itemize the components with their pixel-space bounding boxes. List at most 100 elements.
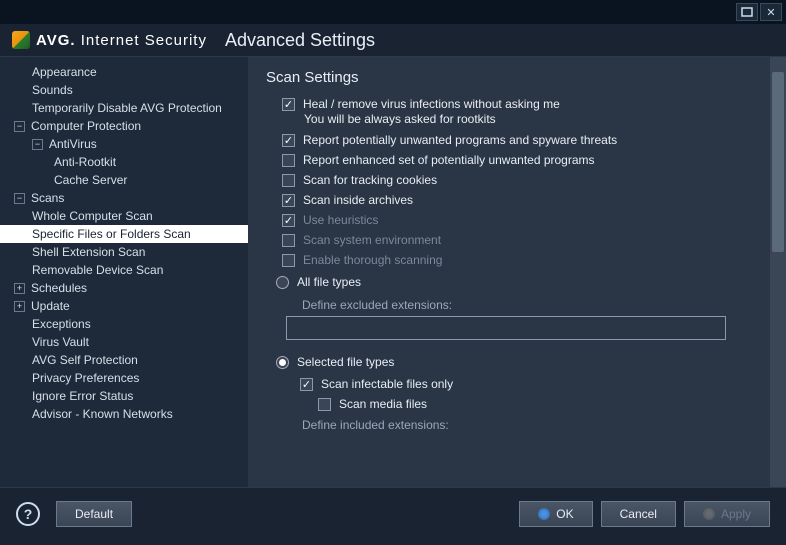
expand-icon[interactable]: + [14, 283, 25, 294]
checkbox-row: ✓ Scan inside archives [266, 190, 768, 210]
apply-button[interactable]: Apply [684, 501, 770, 527]
sidebar-item[interactable]: Appearance [0, 63, 248, 81]
radio-selected-label: Selected file types [297, 355, 394, 369]
excluded-ext-label: Define excluded extensions: [266, 298, 768, 312]
sidebar-item[interactable]: Temporarily Disable AVG Protection [0, 99, 248, 117]
header: AVG. Internet Security Advanced Settings [0, 24, 786, 56]
checkbox-row: Report enhanced set of potentially unwan… [266, 150, 768, 170]
checkbox[interactable]: ✓ [282, 134, 295, 147]
sidebar-item[interactable]: Anti-Rootkit [0, 153, 248, 171]
content-heading: Scan Settings [266, 69, 768, 86]
sidebar-item[interactable]: Cache Server [0, 171, 248, 189]
page-title: Advanced Settings [225, 30, 375, 51]
sidebar-item[interactable]: Virus Vault [0, 333, 248, 351]
checkbox-label: Heal / remove virus infections without a… [303, 97, 560, 111]
excluded-ext-input[interactable] [286, 316, 726, 340]
help-button[interactable]: ? [16, 502, 40, 526]
sidebar-item[interactable]: Privacy Preferences [0, 369, 248, 387]
titlebar: ✕ [0, 0, 786, 24]
sidebar-item-label: Computer Protection [31, 119, 141, 133]
sidebar-item[interactable]: Shell Extension Scan [0, 243, 248, 261]
checkbox-scan-media-label: Scan media files [339, 397, 427, 411]
sidebar-item[interactable]: AVG Self Protection [0, 351, 248, 369]
checkbox[interactable] [282, 234, 295, 247]
radio-all-label: All file types [297, 275, 361, 289]
sidebar-item-label: Ignore Error Status [32, 389, 133, 403]
logo: AVG. Internet Security [12, 31, 207, 49]
sidebar-item-label: Shell Extension Scan [32, 245, 145, 259]
sidebar-item-label: Cache Server [54, 173, 127, 187]
sidebar-item[interactable]: + Schedules [0, 279, 248, 297]
sidebar-item[interactable]: Removable Device Scan [0, 261, 248, 279]
collapse-icon[interactable]: − [32, 139, 43, 150]
checkbox-scan-media[interactable] [318, 398, 331, 411]
collapse-icon[interactable]: − [14, 121, 25, 132]
default-button[interactable]: Default [56, 501, 132, 527]
checkbox-label: Enable thorough scanning [303, 253, 442, 267]
sidebar-item[interactable]: Exceptions [0, 315, 248, 333]
sidebar-item-label: Advisor - Known Networks [32, 407, 173, 421]
sidebar-item-label: Appearance [32, 65, 97, 79]
included-ext-label: Define included extensions: [266, 418, 768, 432]
logo-brand: AVG. [36, 32, 76, 49]
checkbox-label: Scan for tracking cookies [303, 173, 437, 187]
expand-icon[interactable]: + [14, 301, 25, 312]
ok-icon [538, 508, 550, 520]
checkbox-label: Use heuristics [303, 213, 378, 227]
logo-icon [12, 31, 30, 49]
sidebar-item-label: Sounds [32, 83, 73, 97]
sidebar-item[interactable]: −Computer Protection [0, 117, 248, 135]
checkbox-row: Scan system environment [266, 230, 768, 250]
maximize-button[interactable] [736, 3, 758, 21]
apply-icon [703, 508, 715, 520]
ok-button[interactable]: OK [519, 501, 592, 527]
sidebar-item[interactable]: Ignore Error Status [0, 387, 248, 405]
collapse-icon[interactable]: − [14, 193, 25, 204]
checkbox[interactable]: ✓ [282, 98, 295, 111]
sidebar-item-label: Virus Vault [32, 335, 89, 349]
radio-selected-file-types[interactable] [276, 356, 289, 369]
checkbox-scan-infectable[interactable]: ✓ [300, 378, 313, 391]
sidebar-item-label: AVG Self Protection [32, 353, 138, 367]
sidebar-item-label: Specific Files or Folders Scan [32, 227, 191, 241]
sidebar-item-label: Exceptions [32, 317, 91, 331]
sidebar: Appearance Sounds Temporarily Disable AVG … [0, 57, 248, 487]
sidebar-item-label: Privacy Preferences [32, 371, 139, 385]
sidebar-item[interactable]: Advisor - Known Networks [0, 405, 248, 423]
checkbox-row: ✓ Heal / remove virus infections without … [266, 94, 768, 114]
close-button[interactable]: ✕ [760, 3, 782, 21]
sidebar-item[interactable]: −AntiVirus [0, 135, 248, 153]
checkbox[interactable]: ✓ [282, 194, 295, 207]
checkbox-subtext: You will be always asked for rootkits [266, 112, 768, 126]
checkbox-row: ✓ Use heuristics [266, 210, 768, 230]
checkbox[interactable] [282, 154, 295, 167]
checkbox[interactable] [282, 174, 295, 187]
checkbox-label: Report enhanced set of potentially unwan… [303, 153, 595, 167]
sidebar-item-label: Removable Device Scan [32, 263, 163, 277]
sidebar-item[interactable]: + Update [0, 297, 248, 315]
checkbox-row: Enable thorough scanning [266, 250, 768, 270]
sidebar-item[interactable]: −Scans [0, 189, 248, 207]
checkbox-row: ✓ Report potentially unwanted programs an… [266, 130, 768, 150]
logo-product: Internet Security [81, 32, 207, 49]
checkbox[interactable] [282, 254, 295, 267]
sidebar-item-label: Anti-Rootkit [54, 155, 116, 169]
radio-all-file-types[interactable] [276, 276, 289, 289]
content-scrollbar[interactable] [770, 57, 786, 487]
sidebar-item[interactable]: Sounds [0, 81, 248, 99]
checkbox-label: Report potentially unwanted programs and… [303, 133, 617, 147]
checkbox-row: Scan for tracking cookies [266, 170, 768, 190]
sidebar-item-label: Update [31, 299, 70, 313]
checkbox[interactable]: ✓ [282, 214, 295, 227]
cancel-button[interactable]: Cancel [601, 501, 676, 527]
footer: ? Default OK Cancel Apply [0, 488, 786, 540]
sidebar-item-label: Whole Computer Scan [32, 209, 153, 223]
checkbox-label: Scan system environment [303, 233, 441, 247]
sidebar-item[interactable]: Whole Computer Scan [0, 207, 248, 225]
checkbox-scan-infectable-label: Scan infectable files only [321, 377, 453, 391]
sidebar-item[interactable]: Specific Files or Folders Scan [0, 225, 248, 243]
sidebar-item-label: AntiVirus [49, 137, 97, 151]
sidebar-item-label: Schedules [31, 281, 87, 295]
content-panel: Scan Settings ✓ Heal / remove virus infec… [248, 57, 786, 487]
checkbox-label: Scan inside archives [303, 193, 413, 207]
